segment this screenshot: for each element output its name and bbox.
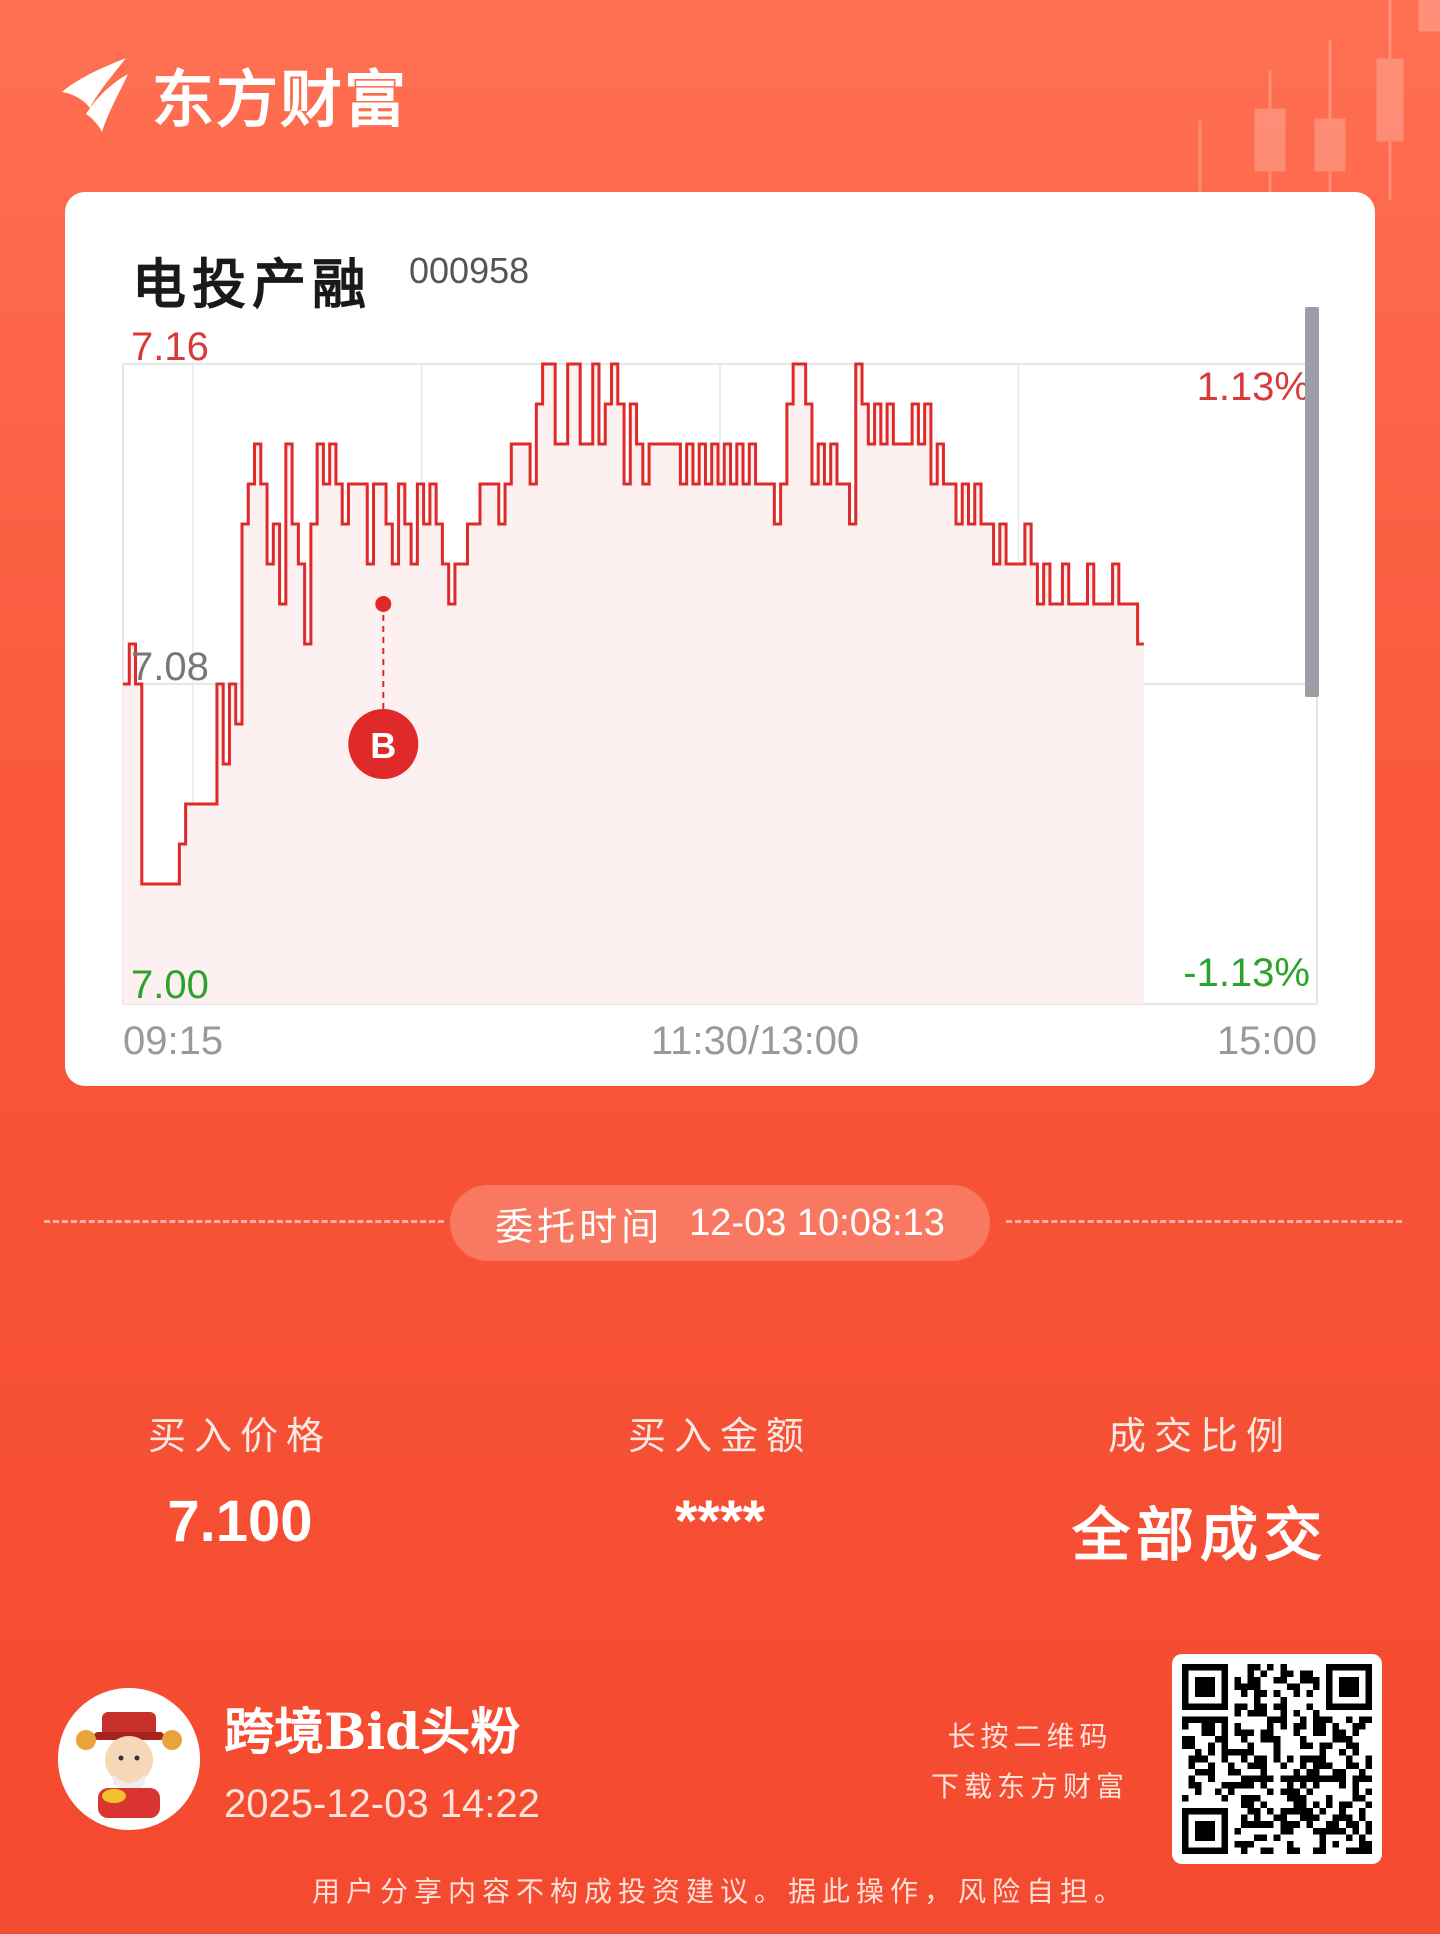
order-time-label: 委托时间 (495, 1204, 664, 1249)
x-tick-open: 09:15 (123, 1019, 223, 1063)
stat-value: 全部成交 (1071, 1501, 1328, 1569)
disclaimer: 用户分享内容不构成投资建议。据此操作，风险自担。 (311, 1875, 1128, 1908)
pct-tick-high: 1.13% (1197, 365, 1310, 409)
qr-code[interactable] (1172, 1654, 1382, 1864)
brand-name: 东方财富 (152, 63, 409, 136)
stat-buy-price: 买入价格 7.100 (70, 1405, 410, 1555)
chart-scrollbar[interactable] (1305, 307, 1319, 697)
divider-left (44, 1220, 444, 1223)
y-tick-high: 7.16 (131, 325, 209, 369)
price-area-fill (123, 364, 1144, 1004)
background-candles-decoration (1198, 0, 1440, 200)
brand-header: 东方财富 (56, 52, 408, 136)
stat-label: 买入价格 (147, 1414, 332, 1458)
stat-value: 7.100 (167, 1489, 313, 1554)
y-tick-mid: 7.08 (131, 645, 209, 689)
share-time: 2025-12-03 14:22 (224, 1782, 540, 1826)
x-tick-midday: 11:30/13:00 (651, 1019, 859, 1063)
qr-hint-line1: 长按二维码 (947, 1720, 1113, 1753)
divider-right (1006, 1220, 1402, 1223)
buy-badge-label: B (370, 725, 396, 766)
intraday-price-chart: B 7.16 7.08 7.00 1.13% -1.13% 09:15 11:3… (122, 325, 1318, 1063)
order-time-pill: 委托时间 12-03 10:08:13 (450, 1185, 990, 1261)
stat-label: 买入金额 (627, 1414, 812, 1458)
stock-chart-card: 电投产融 000958 B 7.16 7.08 7.00 1.13% -1.13… (65, 192, 1375, 1086)
qr-code-icon (1182, 1664, 1372, 1854)
qr-hint-line2: 下载东方财富 (930, 1770, 1129, 1803)
y-tick-low: 7.00 (131, 963, 209, 1007)
x-tick-close: 15:00 (1217, 1019, 1317, 1063)
order-time-value: 12-03 10:08:13 (689, 1201, 945, 1244)
stat-fill-ratio: 成交比例 全部成交 (1030, 1405, 1370, 1572)
pct-tick-low: -1.13% (1183, 951, 1310, 995)
user-avatar[interactable] (58, 1688, 200, 1830)
qr-hint: 长按二维码 下载东方财富 (920, 1712, 1140, 1812)
eastmoney-logo-icon (62, 58, 128, 132)
stat-label: 成交比例 (1107, 1414, 1292, 1458)
stat-value: **** (674, 1489, 766, 1554)
stat-buy-amount: 买入金额 **** (550, 1405, 890, 1555)
caishen-avatar-icon (58, 1688, 200, 1830)
user-name: 跨境Bid头粉 (224, 1702, 521, 1761)
